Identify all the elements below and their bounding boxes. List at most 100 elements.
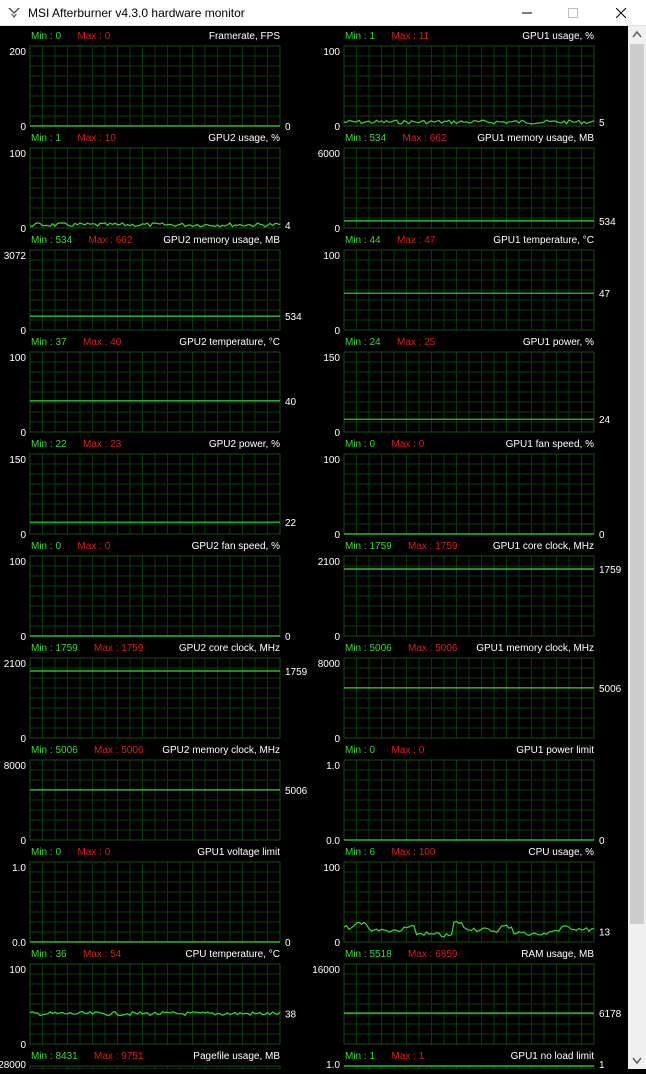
graph-axis-max: 100 [323, 251, 340, 262]
graph-current-value: 1759 [599, 565, 622, 576]
graph-min-label: Min : 0 [31, 541, 61, 552]
graph-axis-max: 8000 [318, 659, 341, 670]
graph-title: GPU2 usage, % [208, 133, 280, 144]
graph-axis-min: 0 [20, 530, 26, 541]
graph-axis-max: 1.0 [326, 761, 340, 772]
graph-min-label: Min : 1 [31, 133, 61, 144]
graph-current-value: 1759 [285, 667, 308, 678]
graph-area: Min : 0 Max : 0 Framerate, FPS 200 0 0 Min : 1… [0, 26, 628, 1071]
scroll-down-arrow-icon[interactable] [628, 1052, 646, 1069]
graph-min-label: Min : 8431 [31, 1051, 78, 1062]
graph-axis-max: 6000 [318, 149, 341, 160]
graph-max-label: Max : 100 [392, 847, 436, 858]
graph-title: RAM usage, MB [521, 949, 594, 960]
graph-axis-max: 3072 [4, 251, 27, 262]
graph-max-label: Max : 5006 [408, 643, 458, 654]
graph-title: Framerate, FPS [209, 31, 280, 42]
afterburner-app-icon [8, 8, 20, 18]
graph-min-label: Min : 5006 [31, 745, 78, 756]
graph-axis-max: 16000 [312, 965, 340, 976]
graph-current-value: 5 [599, 118, 605, 129]
graph-current-value: 38 [285, 1010, 297, 1021]
graph-max-label: Max : 25 [397, 337, 436, 348]
graph-axis-min: 0 [334, 632, 340, 643]
graph-axis-min: 0 [20, 326, 26, 337]
graph-max-label: Max : 0 [78, 541, 111, 552]
graph-title: GPU2 memory clock, MHz [162, 745, 280, 756]
window-title: MSI Afterburner v4.3.0 hardware monitor [28, 6, 245, 20]
graph-current-value: 5006 [285, 786, 308, 797]
graph-axis-max: 2100 [4, 659, 27, 670]
graph-max-label: Max : 5006 [94, 745, 144, 756]
graph-min-label: Min : 0 [345, 745, 375, 756]
graph-max-label: Max : 0 [78, 847, 111, 858]
graph-axis-max: 100 [9, 557, 26, 568]
graph-min-label: Min : 0 [31, 847, 61, 858]
graph-title: GPU1 core clock, MHz [493, 541, 594, 552]
graph-axis-min: 0 [334, 530, 340, 541]
graph-axis-max: 150 [323, 353, 340, 364]
graph-axis-min: 0 [334, 224, 340, 235]
graph-current-value: 24 [599, 415, 611, 426]
graph-current-value: 0 [285, 938, 291, 949]
graph-axis-min: 0 [334, 122, 340, 133]
graph-title: GPU1 no load limit [511, 1051, 595, 1062]
graph-title: GPU1 power limit [516, 745, 594, 756]
graph-title: GPU1 power, % [523, 337, 594, 348]
scroll-up-arrow-icon[interactable] [628, 26, 646, 43]
scrollbar-thumb[interactable] [630, 44, 644, 924]
graph-current-value: 13 [599, 928, 611, 939]
graph-max-label: Max : 54 [83, 949, 122, 960]
graph-axis-min: 0 [334, 428, 340, 439]
graph-title: Pagefile usage, MB [193, 1051, 280, 1062]
graph-min-label: Min : 44 [345, 235, 381, 246]
graph-max-label: Max : 9751 [94, 1051, 144, 1062]
graph-current-value: 47 [599, 289, 611, 300]
graph-max-label: Max : 6859 [408, 949, 458, 960]
graph-max-label: Max : 1759 [94, 643, 144, 654]
graph-axis-max: 150 [9, 455, 26, 466]
vertical-scrollbar[interactable] [628, 26, 646, 1069]
maximize-button[interactable] [550, 0, 596, 26]
graph-max-label: Max : 1759 [408, 541, 458, 552]
graph-title: GPU2 power, % [209, 439, 280, 450]
graph-min-label: Min : 1759 [345, 541, 392, 552]
graph-min-label: Min : 1 [345, 1051, 375, 1062]
graph-axis-min: 0.0 [12, 938, 26, 949]
minimize-button[interactable] [504, 0, 550, 26]
graph-min-label: Min : 534 [31, 235, 73, 246]
graph-axis-min: 0.0 [326, 836, 340, 847]
graph-current-value: 0 [599, 530, 605, 541]
graph-axis-min: 0 [334, 938, 340, 949]
title-bar: MSI Afterburner v4.3.0 hardware monitor [0, 0, 646, 26]
graph-max-label: Max : 23 [83, 439, 122, 450]
graph-min-label: Min : 24 [345, 337, 381, 348]
graph-current-value: 6178 [599, 1009, 622, 1020]
graph-axis-max: 1.0 [12, 863, 26, 874]
graph-min-label: Min : 36 [31, 949, 67, 960]
maximize-icon [568, 8, 578, 18]
graph-axis-max: 200 [9, 47, 26, 58]
graph-title: GPU1 usage, % [522, 31, 594, 42]
graph-max-label: Max : 0 [78, 31, 111, 42]
graph-axis-min: 0 [20, 122, 26, 133]
graph-current-value: 40 [285, 397, 297, 408]
graph-axis-min: 0 [20, 224, 26, 235]
graph-max-label: Max : 10 [78, 133, 117, 144]
graph-current-value: 0 [285, 122, 291, 133]
graph-axis-max: 8000 [4, 761, 27, 772]
graph-max-label: Max : 0 [392, 439, 425, 450]
close-button[interactable] [596, 0, 646, 26]
graph-min-label: Min : 22 [31, 439, 67, 450]
graph-min-label: Min : 5006 [345, 643, 392, 654]
graph-title: CPU temperature, °C [185, 949, 280, 960]
graph-axis-min: 0 [20, 632, 26, 643]
graph-axis-min: 0 [334, 326, 340, 337]
graph-current-value: 1 [599, 1060, 605, 1069]
graph-axis-max: 100 [323, 863, 340, 874]
graph-current-value: 534 [599, 217, 616, 228]
graph-axis-max: 100 [323, 47, 340, 58]
monitor-graphs: Min : 0 Max : 0 Framerate, FPS 200 0 0 Min : 1… [0, 31, 622, 1071]
graph-title: GPU1 temperature, °C [493, 235, 594, 246]
graph-max-label: Max : 40 [83, 337, 122, 348]
